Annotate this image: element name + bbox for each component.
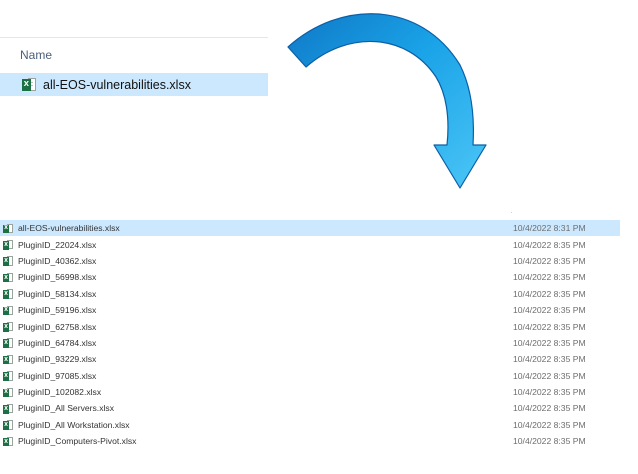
file-row[interactable]: Xall-EOS-vulnerabilities.xlsx 10/4/2022 8… bbox=[0, 220, 620, 237]
excel-file-icon: X bbox=[3, 337, 13, 348]
excel-file-icon: X bbox=[3, 354, 13, 365]
file-name: PluginID_93229.xlsx bbox=[18, 354, 97, 365]
file-row[interactable]: X PluginID_40362.xlsx 10/4/2022 8:35 PM bbox=[0, 253, 620, 269]
file-date-modified: 10/4/2022 8:35 PM bbox=[513, 239, 586, 250]
file-name: PluginID_All Workstation.xlsx bbox=[18, 419, 130, 430]
file-row[interactable]: X PluginID_97085.xlsx 10/4/2022 8:35 PM bbox=[0, 368, 620, 384]
file-name: PluginID_102082.xlsx bbox=[18, 387, 102, 398]
excel-file-icon: X bbox=[22, 77, 36, 93]
file-name: PluginID_40362.xlsx bbox=[18, 255, 97, 266]
curved-arrow-icon bbox=[287, 13, 487, 189]
excel-file-icon: X bbox=[3, 387, 13, 398]
file-row[interactable]: X PluginID_All Servers.xlsx 10/4/2022 8:35… bbox=[0, 400, 620, 416]
file-date-modified: 10/4/2022 8:35 PM bbox=[513, 387, 586, 398]
file-list: Xall-EOS-vulnerabilities.xlsx 10/4/2022 8… bbox=[0, 220, 620, 449]
excel-file-icon: X bbox=[3, 288, 13, 299]
file-name: PluginID_22024.xlsx bbox=[18, 239, 97, 250]
file-date-modified: 10/4/2022 8:35 PM bbox=[513, 419, 586, 430]
header-divider bbox=[0, 37, 268, 38]
file-row[interactable]: X PluginID_Computers-Pivot.xlsx 10/4/2022 … bbox=[0, 433, 620, 449]
file-row[interactable]: X PluginID_58134.xlsx 10/4/2022 8:35 PM bbox=[0, 286, 620, 302]
excel-file-icon: X bbox=[3, 255, 13, 267]
file-name: PluginID_97085.xlsx bbox=[18, 370, 97, 381]
excel-file-icon: X bbox=[3, 305, 13, 316]
file-row[interactable]: X PluginID_All Workstation.xlsx 10/4/2022 … bbox=[0, 417, 620, 433]
excel-file-icon: X bbox=[3, 272, 13, 283]
file-row[interactable]: X PluginID_22024.xlsx 10/4/2022 8:35 PM bbox=[0, 236, 620, 252]
file-date-modified: 10/4/2022 8:35 PM bbox=[513, 321, 586, 332]
excel-file-icon: X bbox=[3, 321, 13, 332]
file-row[interactable]: X PluginID_102082.xlsx 10/4/2022 8:35 PM bbox=[0, 384, 620, 400]
file-name: PluginID_59196.xlsx bbox=[18, 305, 97, 316]
excel-file-icon: X bbox=[3, 403, 13, 414]
file-row[interactable]: X PluginID_64784.xlsx 10/4/2022 8:35 PM bbox=[0, 335, 620, 351]
file-date-modified: 10/4/2022 8:35 PM bbox=[513, 354, 586, 365]
file-date-modified: 10/4/2022 8:35 PM bbox=[513, 436, 586, 447]
file-row[interactable]: X PluginID_62758.xlsx 10/4/2022 8:35 PM bbox=[0, 318, 620, 334]
file-date-modified: 10/4/2022 8:35 PM bbox=[513, 370, 586, 381]
explorer-top-pane: Name X all-EOS-vulnerabilities.xlsx bbox=[0, 0, 268, 100]
file-name: all-EOS-vulnerabilities.xlsx bbox=[18, 223, 120, 234]
file-date-modified: 10/4/2022 8:35 PM bbox=[513, 337, 586, 348]
excel-file-icon: X bbox=[3, 223, 13, 234]
file-date-modified: 10/4/2022 8:35 PM bbox=[513, 288, 586, 299]
file-name: PluginID_58134.xlsx bbox=[18, 288, 97, 299]
file-date-modified: 10/4/2022 8:35 PM bbox=[513, 272, 586, 283]
file-date-modified: 10/4/2022 8:31 PM bbox=[513, 223, 586, 234]
file-row[interactable]: X PluginID_93229.xlsx 10/4/2022 8:35 PM bbox=[0, 351, 620, 367]
excel-file-icon: X bbox=[3, 436, 13, 447]
file-name: PluginID_All Servers.xlsx bbox=[18, 403, 114, 414]
file-name: PluginID_64784.xlsx bbox=[18, 337, 97, 348]
top-file-row[interactable]: X all-EOS-vulnerabilities.xlsx bbox=[0, 73, 268, 96]
column-marker bbox=[511, 212, 512, 213]
file-date-modified: 10/4/2022 8:35 PM bbox=[513, 305, 586, 316]
file-name: PluginID_56998.xlsx bbox=[18, 272, 97, 283]
excel-file-icon: X bbox=[3, 370, 13, 381]
file-row[interactable]: X PluginID_59196.xlsx 10/4/2022 8:35 PM bbox=[0, 302, 620, 318]
excel-file-icon: X bbox=[3, 239, 13, 250]
top-file-name: all-EOS-vulnerabilities.xlsx bbox=[43, 77, 191, 92]
file-date-modified: 10/4/2022 8:35 PM bbox=[513, 403, 586, 414]
file-row[interactable]: X PluginID_56998.xlsx 10/4/2022 8:35 PM bbox=[0, 269, 620, 285]
name-column-header[interactable]: Name bbox=[20, 48, 52, 62]
file-name: PluginID_62758.xlsx bbox=[18, 321, 97, 332]
file-date-modified: 10/4/2022 8:35 PM bbox=[513, 255, 586, 266]
file-name: PluginID_Computers-Pivot.xlsx bbox=[18, 436, 137, 447]
excel-file-icon: X bbox=[3, 419, 13, 430]
